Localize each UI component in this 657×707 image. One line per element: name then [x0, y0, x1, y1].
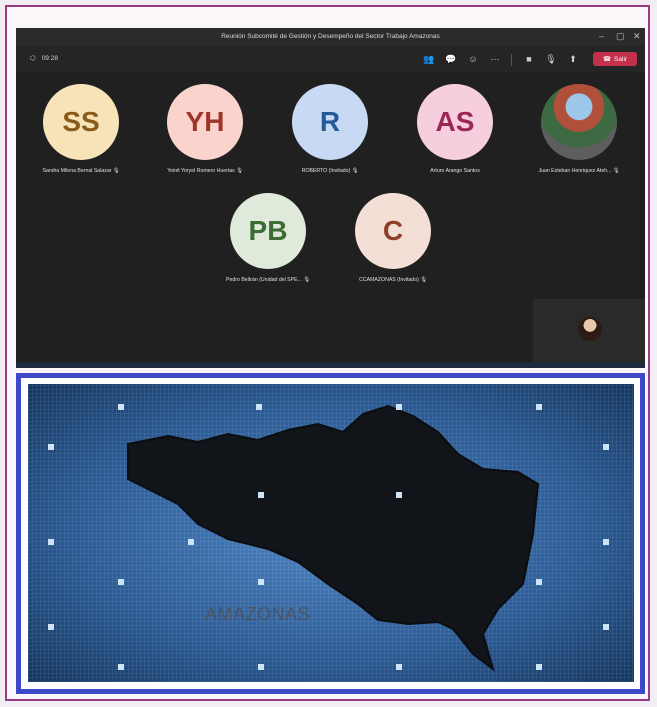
teams-meeting-window: Reunión Subcomité de Gestión y Desempeño…	[16, 28, 645, 368]
grid-marker	[48, 444, 54, 450]
grid-marker	[258, 492, 264, 498]
grid-marker	[258, 579, 264, 585]
grid-marker	[258, 664, 264, 670]
people-icon[interactable]: 👥	[422, 52, 436, 66]
maximize-icon[interactable]: ▢	[616, 31, 625, 42]
participant-tile[interactable]: SS Sandra Milena Bernal Salazar 🎙	[26, 84, 136, 174]
participant-name: CCAMAZONAS (Invitado) 🎙	[359, 277, 427, 283]
timer-text: 09:28	[41, 54, 58, 62]
grid-marker	[536, 404, 542, 410]
self-view[interactable]	[533, 299, 645, 362]
grid-marker	[396, 404, 402, 410]
self-video-thumbnail	[578, 317, 602, 341]
grid-marker	[396, 492, 402, 498]
avatar: PB	[230, 193, 306, 269]
leave-label: Salir	[614, 55, 628, 63]
title-bar: Reunión Subcomité de Gestión y Desempeño…	[16, 28, 645, 46]
amazonas-silhouette	[127, 404, 540, 672]
toolbar-divider	[511, 54, 512, 66]
participant-name: Pedro Beltrán (Unidad del SPE... 🎙	[226, 277, 310, 283]
minimize-icon[interactable]: –	[599, 31, 604, 41]
participant-tile[interactable]: C CCAMAZONAS (Invitado) 🎙	[338, 193, 448, 283]
participant-name: Yeinit Yoryel Romero Huertas 🎙	[167, 168, 243, 174]
grid-marker	[396, 664, 402, 670]
phone-icon: ☎	[602, 56, 612, 63]
avatar-photo	[541, 84, 617, 160]
mic-off-icon: 🎙	[612, 168, 620, 174]
map-slide: AMAZONAS	[16, 373, 645, 694]
taskbar	[16, 362, 645, 368]
avatar: SS	[43, 84, 119, 160]
map-label: AMAZONAS	[205, 604, 311, 624]
participant-name: ROBERTO (Invitado) 🎙	[301, 168, 359, 174]
mic-off-icon: 🎙	[351, 168, 359, 174]
reactions-icon[interactable]: ☺	[466, 52, 480, 66]
grid-marker	[536, 664, 542, 670]
grid-marker	[603, 444, 609, 450]
grid-marker	[188, 539, 194, 545]
mic-off-icon: 🎙	[420, 277, 427, 283]
grid-marker	[536, 579, 542, 585]
participant-tile[interactable]: PB Pedro Beltrán (Unidad del SPE... 🎙	[213, 193, 323, 283]
meeting-title: Reunión Subcomité de Gestión y Desempeño…	[221, 33, 440, 40]
participant-tile[interactable]: Juan Esteban Henriquez Ateh... 🎙	[524, 84, 634, 174]
map-border: AMAZONAS	[21, 378, 640, 689]
meeting-toolbar: ⬡ 09:28 👥 💬 ☺ ⋯ ■ 🎙 ⬆ ☎ Salir	[16, 46, 645, 72]
participant-name: Arturo Arango Santos	[430, 168, 480, 174]
grid-marker	[256, 404, 262, 410]
mic-off-icon: 🎙	[236, 168, 243, 174]
grid-marker	[48, 624, 54, 630]
meeting-timer: ⬡ 09:28	[30, 54, 58, 63]
grid-marker	[48, 539, 54, 545]
avatar: AS	[417, 84, 493, 160]
grid-marker	[118, 404, 124, 410]
participant-tile[interactable]: R ROBERTO (Invitado) 🎙	[275, 84, 385, 174]
grid-marker	[118, 579, 124, 585]
participant-name: Sandra Milena Bernal Salazar 🎙	[42, 168, 120, 174]
participant-name: Juan Esteban Henriquez Ateh... 🎙	[538, 168, 620, 174]
avatar: YH	[167, 84, 243, 160]
participant-tile[interactable]: YH Yeinit Yoryel Romero Huertas 🎙	[150, 84, 260, 174]
avatar: C	[355, 193, 431, 269]
mic-off-icon: 🎙	[303, 277, 310, 283]
avatar: R	[292, 84, 368, 160]
more-options-icon[interactable]: ⋯	[488, 52, 502, 66]
grid-marker	[603, 624, 609, 630]
leave-button[interactable]: ☎ Salir	[593, 52, 637, 66]
participant-tile[interactable]: AS Arturo Arango Santos	[400, 84, 510, 174]
mic-off-icon: 🎙	[112, 168, 120, 174]
share-icon[interactable]: ⬆	[566, 52, 580, 66]
shield-icon: ⬡	[30, 55, 36, 62]
chat-icon[interactable]: 💬	[444, 52, 458, 66]
mic-off-icon[interactable]: 🎙	[544, 52, 558, 66]
amazonas-map-image: AMAZONAS	[28, 384, 634, 682]
grid-marker	[603, 539, 609, 545]
grid-marker	[118, 664, 124, 670]
close-icon[interactable]: ✕	[633, 31, 641, 42]
camera-icon[interactable]: ■	[522, 52, 536, 66]
